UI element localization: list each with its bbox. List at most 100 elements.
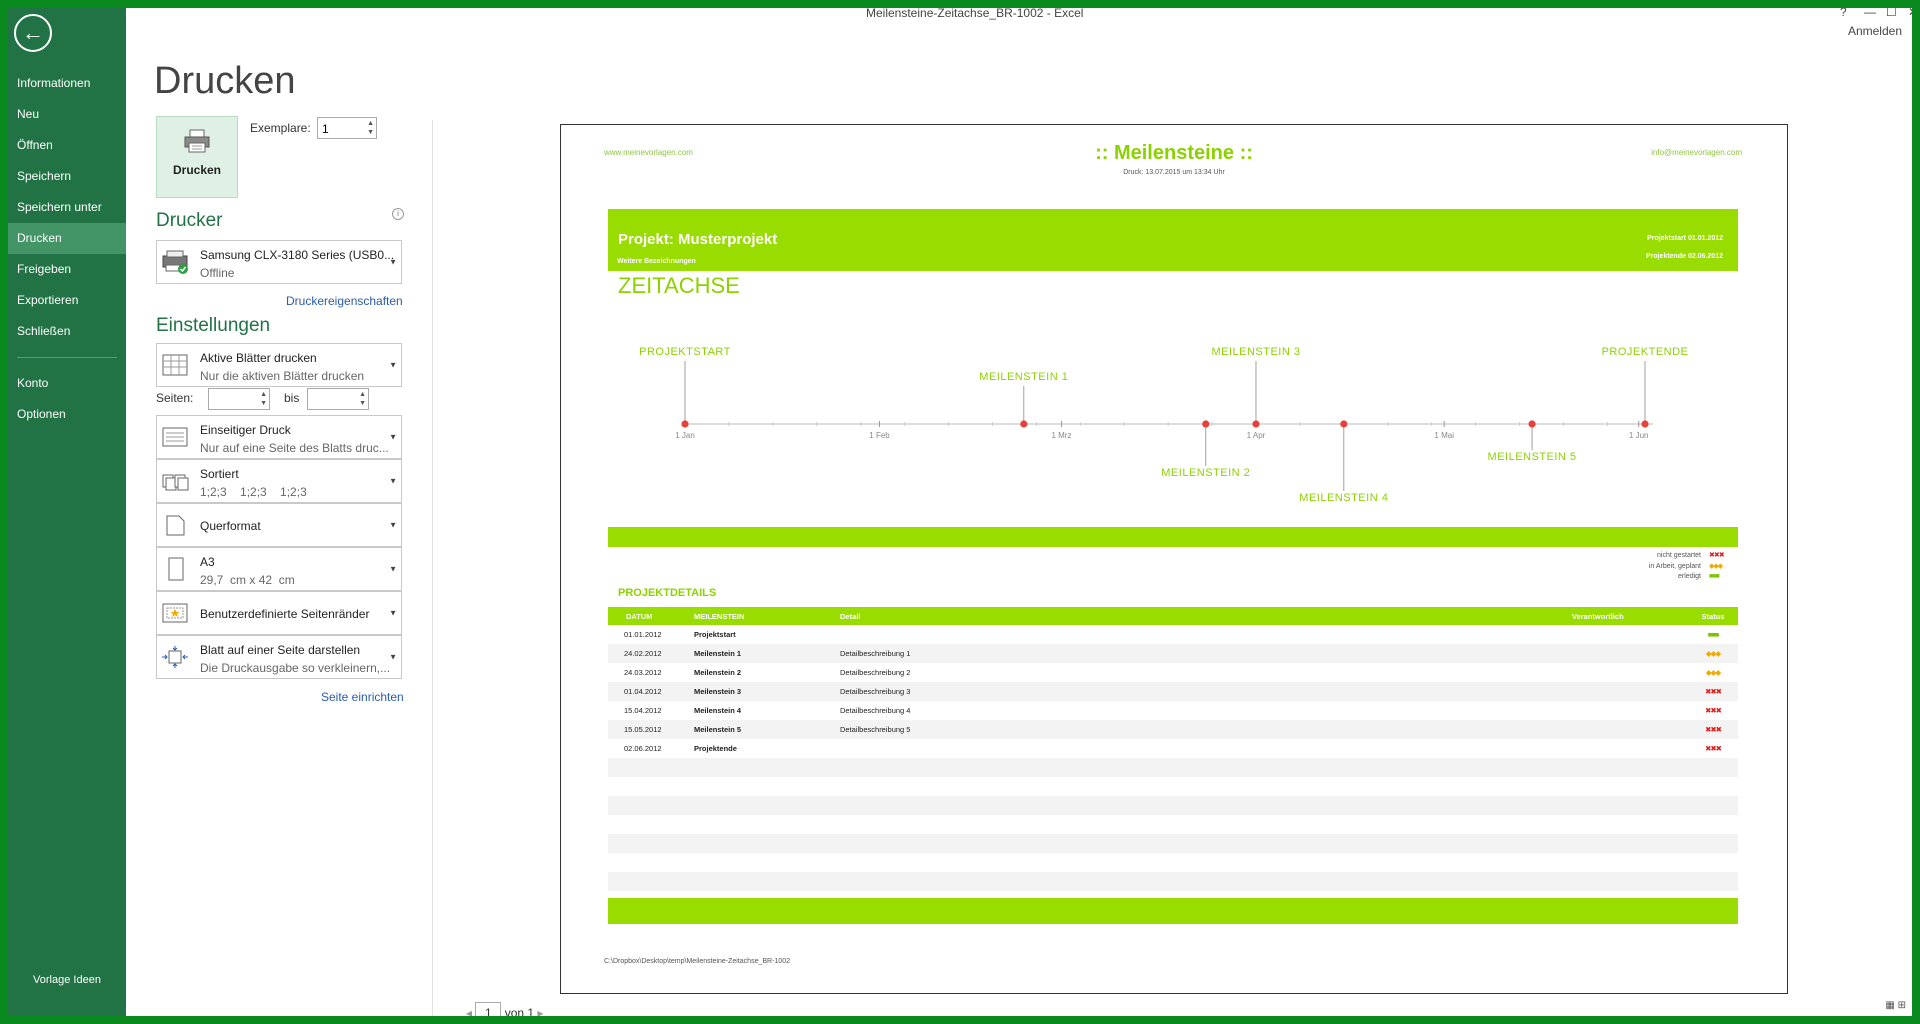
legend-label: in Arbeit, geplant — [1648, 563, 1701, 570]
paper-size-desc: 29,7 cm x 42 cm — [200, 573, 295, 587]
status-planned-icon: ◆◆◆ — [1705, 649, 1721, 658]
scaling-select[interactable]: Blatt auf einer Seite darstellen Die Dru… — [156, 635, 402, 679]
pages-from-input[interactable]: ▲ ▼ — [208, 388, 270, 410]
sides-select[interactable]: Einseitiger Druck Nur auf eine Seite des… — [156, 415, 402, 459]
spinner-arrows-icon[interactable]: ▲ ▼ — [367, 119, 374, 137]
nav-item-drucken[interactable]: Drucken — [8, 223, 126, 254]
legend-done: erledigt ■■■ — [1531, 573, 1731, 580]
sheet-title: :: Meilensteine :: — [1095, 142, 1253, 164]
table-cell-owner — [1572, 682, 1688, 701]
nav-item-informationen[interactable]: Informationen — [8, 68, 126, 99]
table-cell-milestone: Projektende — [694, 744, 737, 753]
collate-select[interactable]: Sortiert 1;2;3 1;2;3 1;2;3 ▼ — [156, 459, 402, 503]
table-cell-empty — [1688, 815, 1738, 834]
project-end-date: Projektende 02.06.2012 — [1645, 253, 1723, 260]
status-not-started-icon: ✖✖✖ — [1705, 687, 1722, 696]
printer-properties-link[interactable]: Druckereigenschaften — [286, 294, 403, 308]
collate-desc: 1;2;3 1;2;3 1;2;3 — [200, 485, 307, 499]
table-cell-empty — [1688, 777, 1738, 796]
table-cell-empty — [608, 815, 694, 834]
status-planned-icon: ◆◆◆ — [1705, 668, 1721, 677]
nav-item-konto[interactable]: Konto — [8, 368, 126, 399]
table-cell-empty — [840, 758, 1572, 777]
separator-bar — [608, 527, 1738, 547]
pages-to-input[interactable]: ▲ ▼ — [307, 388, 369, 410]
table-cell-status: ◆◆◆ — [1688, 663, 1738, 682]
title-bar: Meilensteine-Zeitachse_BR-1002 - Excel ?… — [126, 8, 1912, 38]
nav-item-neu[interactable]: Neu — [8, 99, 126, 130]
table-cell-date: 02.06.2012 — [624, 744, 662, 753]
table-cell-date: 01.04.2012 — [608, 682, 694, 701]
page-setup-link[interactable]: Seite einrichten — [321, 690, 404, 704]
table-cell-empty — [1572, 758, 1688, 777]
nav-item-schliessen[interactable]: Schließen — [8, 316, 126, 347]
printer-select[interactable]: Samsung CLX-3180 Series (USB0... Offline… — [156, 240, 402, 284]
close-icon[interactable]: ✕ — [1908, 8, 1912, 19]
scaling-desc: Die Druckausgabe so verkleinern,... — [200, 661, 391, 675]
prev-page-icon[interactable]: ◂ — [466, 1006, 472, 1016]
table-row: 24.03.2012 Meilenstein 2 Detailbeschreibun… — [608, 663, 1738, 682]
paper-size-select[interactable]: A3 29,7 cm x 42 cm ▼ — [156, 547, 402, 591]
info-icon[interactable]: i — [392, 208, 404, 220]
total-pages-label: von 1 — [504, 1006, 535, 1016]
next-page-icon[interactable]: ▸ — [537, 1006, 543, 1016]
table-cell-status: ■■■ — [1688, 625, 1738, 644]
axis-tick-label: 1 Jan — [675, 431, 695, 440]
milestone-label: MEILENSTEIN 5 — [1488, 451, 1577, 463]
table-cell-empty — [1688, 853, 1738, 872]
printer-device-icon — [162, 250, 188, 274]
axis-tick-label: 1 Jun — [1629, 431, 1649, 440]
table-cell-empty — [840, 872, 1572, 891]
zoom-to-page-icon[interactable]: ⊞ — [1898, 1000, 1906, 1011]
margins-select[interactable]: Benutzerdefinierte Seitenränder ▼ — [156, 591, 402, 635]
table-cell-empty — [608, 834, 694, 853]
template-ideas-link[interactable]: Vorlage Ideen — [8, 974, 126, 986]
help-icon[interactable]: ? — [1840, 8, 1847, 19]
project-banner: Projekt: Musterprojekt Weitere Bezeichnu… — [608, 209, 1738, 271]
table-cell-empty — [1572, 872, 1688, 891]
table-cell-status: ✖✖✖ — [1688, 739, 1738, 758]
printer-name: Samsung CLX-3180 Series (USB0... — [200, 248, 395, 262]
status-planned-icon: ◆◆◆ — [1709, 563, 1723, 570]
sign-in-link[interactable]: Anmelden — [1848, 24, 1902, 38]
minimize-icon[interactable]: — — [1864, 8, 1876, 19]
show-margins-icon[interactable]: ▦ — [1885, 1000, 1894, 1011]
nav-item-speichern-unter[interactable]: Speichern unter — [8, 192, 126, 223]
table-cell-empty — [1688, 796, 1738, 815]
project-start-date: Projektstart 01.01.2012 — [1647, 235, 1723, 242]
project-details-table: DATUM MEILENSTEIN Detail Verantwortlich … — [608, 607, 1738, 891]
print-button[interactable]: Drucken — [156, 116, 238, 198]
milestone-label: PROJEKTENDE — [1602, 346, 1689, 358]
window-title: Meilensteine-Zeitachse_BR-1002 - Excel — [866, 8, 1084, 20]
table-cell-empty — [694, 872, 840, 891]
copies-value: 1 — [322, 122, 329, 136]
copies-stepper[interactable]: 1 ▲ ▼ — [317, 117, 377, 139]
print-scope-select[interactable]: Aktive Blätter drucken Nur die aktiven B… — [156, 343, 402, 387]
current-page-input[interactable]: 1 — [475, 1002, 502, 1016]
table-cell-date: 01.01.2012 — [624, 630, 662, 639]
table-row-empty — [608, 853, 1738, 872]
table-cell-empty — [608, 777, 694, 796]
nav-item-freigeben[interactable]: Freigeben — [8, 254, 126, 285]
table-cell-milestone: Meilenstein 1 — [694, 644, 840, 663]
nav-item-speichern[interactable]: Speichern — [8, 161, 126, 192]
nav-item-optionen[interactable]: Optionen — [8, 399, 126, 430]
milestone-marker — [681, 420, 689, 428]
axis-tick-label: 1 Apr — [1247, 431, 1266, 440]
custom-margins-icon — [162, 603, 188, 623]
footer-bar — [608, 898, 1738, 924]
nav-item-exportieren[interactable]: Exportieren — [8, 285, 126, 316]
orientation-select[interactable]: Querformat ▼ — [156, 503, 402, 547]
table-row: 01.04.2012 Meilenstein 3 Detailbeschreibun… — [608, 682, 1738, 701]
dropdown-arrow-icon: ▼ — [389, 564, 397, 574]
back-arrow-icon[interactable]: ← — [14, 14, 52, 52]
spinner-arrows-icon[interactable]: ▲ ▼ — [260, 390, 267, 408]
status-not-started-icon: ✖✖✖ — [1705, 706, 1722, 715]
spinner-arrows-icon[interactable]: ▲ ▼ — [359, 390, 366, 408]
table-row: 15.05.2012 Meilenstein 5 Detailbeschreibun… — [608, 720, 1738, 739]
dropdown-arrow-icon: ▼ — [389, 520, 397, 530]
printer-heading: Drucker — [156, 210, 223, 231]
maximize-icon[interactable]: ☐ — [1886, 8, 1897, 19]
nav-item-oeffnen[interactable]: Öffnen — [8, 130, 126, 161]
pages-label: Seiten: — [156, 391, 194, 405]
